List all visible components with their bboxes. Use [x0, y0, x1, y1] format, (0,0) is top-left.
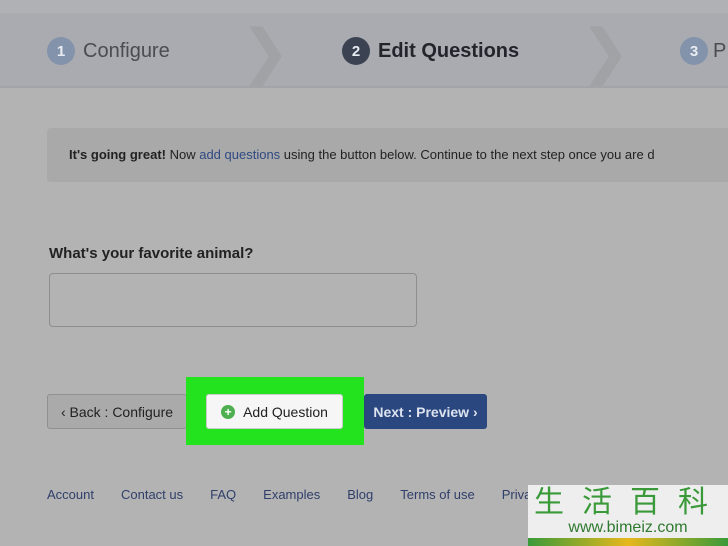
alert-text: Now: [165, 147, 200, 162]
footer-link-terms[interactable]: Terms of use: [400, 487, 474, 502]
step-progress: 1 Configure ❯ 2 Edit Questions ❯ 3P: [0, 13, 728, 88]
footer-link-account[interactable]: Account: [47, 487, 94, 502]
step-number: 2: [342, 37, 370, 65]
footer-link-contact[interactable]: Contact us: [121, 487, 183, 502]
watermark-logo: 生活百科 www.bimeiz.com: [528, 485, 728, 546]
step-preview[interactable]: 3P: [680, 37, 726, 65]
footer-link-blog[interactable]: Blog: [347, 487, 373, 502]
alert-bold: It's going great!: [69, 147, 166, 162]
watermark-band: [528, 538, 728, 546]
question-label: What's your favorite animal?: [49, 245, 254, 262]
add-question-label: Add Question: [243, 403, 328, 420]
top-bar: [0, 0, 728, 12]
add-questions-link[interactable]: add questions: [199, 147, 280, 162]
next-button[interactable]: Next : Preview ›: [364, 394, 487, 429]
answer-input[interactable]: [49, 273, 417, 327]
alert-text: using the button below. Continue to the …: [280, 147, 655, 162]
watermark-url: www.bimeiz.com: [568, 519, 688, 536]
step-label: Configure: [83, 39, 170, 62]
step-number: 1: [47, 37, 75, 65]
back-button[interactable]: ‹ Back : Configure: [47, 394, 187, 429]
footer-links: Account Contact us FAQ Examples Blog Ter…: [47, 487, 571, 502]
footer-link-examples[interactable]: Examples: [263, 487, 320, 502]
watermark-chars: 生活百科: [534, 486, 726, 519]
chevron-right-icon: ❯: [580, 18, 631, 85]
add-question-button[interactable]: + Add Question: [206, 394, 343, 429]
step-label: Edit Questions: [378, 39, 520, 62]
info-alert: It's going great! Now add questions usin…: [47, 128, 728, 182]
step-label: P: [713, 39, 727, 62]
step-edit-questions[interactable]: 2 Edit Questions: [342, 37, 519, 65]
footer-link-faq[interactable]: FAQ: [210, 487, 236, 502]
chevron-right-icon: ❯: [240, 18, 291, 85]
step-number: 3: [680, 37, 708, 65]
step-configure[interactable]: 1 Configure: [47, 37, 170, 65]
plus-icon: +: [221, 404, 236, 419]
